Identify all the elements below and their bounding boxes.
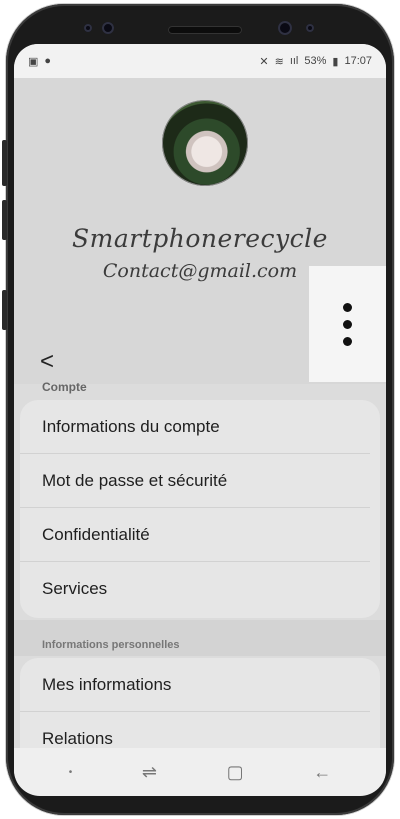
sensor-dot	[84, 24, 92, 32]
screen: ▣ ● ✕ ≋ ııl 53% ▮ 17:07 Smartphonerecycl…	[14, 44, 386, 794]
list-item[interactable]: Confidentialité	[20, 508, 370, 562]
more-dot	[343, 302, 352, 312]
more-options-button[interactable]	[309, 266, 386, 382]
recents-icon[interactable]: ⇌	[142, 762, 157, 783]
more-dot	[343, 336, 352, 346]
nav-dot-icon[interactable]: •	[69, 767, 73, 778]
section-label-compte: Compte	[42, 380, 87, 394]
list-item[interactable]: Mes informations	[20, 658, 370, 712]
image-icon: ▣	[28, 55, 39, 68]
avatar[interactable]	[162, 100, 248, 186]
power-button	[2, 290, 7, 330]
back-button[interactable]: <	[40, 350, 54, 374]
volume-button	[2, 140, 7, 186]
status-left: ▣ ●	[28, 55, 51, 68]
list-item[interactable]: Informations du compte	[20, 400, 370, 454]
section-label-informations-personnelles: Informations personnelles	[42, 639, 180, 651]
signal-text: ııl	[289, 55, 299, 67]
status-right: ✕ ≋ ııl 53% ▮ 17:07	[259, 55, 372, 68]
list-item[interactable]: Services	[20, 562, 370, 616]
wifi-icon: ≋	[274, 55, 284, 68]
list-item[interactable]: Mot de passe et sécurité	[20, 454, 370, 508]
sensor-dot	[102, 22, 114, 34]
front-camera	[278, 21, 292, 35]
navigation-bar: • ⇌ ▢ ←	[14, 748, 386, 796]
mute-icon: ✕	[259, 55, 269, 68]
profile-name: Smartphonerecycle	[72, 224, 328, 253]
battery-icon: ▮	[332, 55, 339, 68]
notification-icon: ●	[44, 55, 52, 67]
status-bar: ▣ ● ✕ ≋ ııl 53% ▮ 17:07	[14, 44, 386, 78]
bixby-button	[2, 200, 7, 240]
home-icon[interactable]: ▢	[227, 762, 244, 783]
more-dot	[343, 319, 352, 329]
earpiece-speaker	[168, 26, 242, 34]
back-arrow-icon[interactable]: ←	[313, 762, 331, 783]
clock: 17:07	[344, 55, 372, 67]
section-card-compte: Informations du compte Mot de passe et s…	[20, 400, 380, 618]
top-bezel	[6, 4, 394, 46]
sensor-dot	[306, 24, 314, 32]
battery-percent: 53%	[304, 55, 327, 67]
